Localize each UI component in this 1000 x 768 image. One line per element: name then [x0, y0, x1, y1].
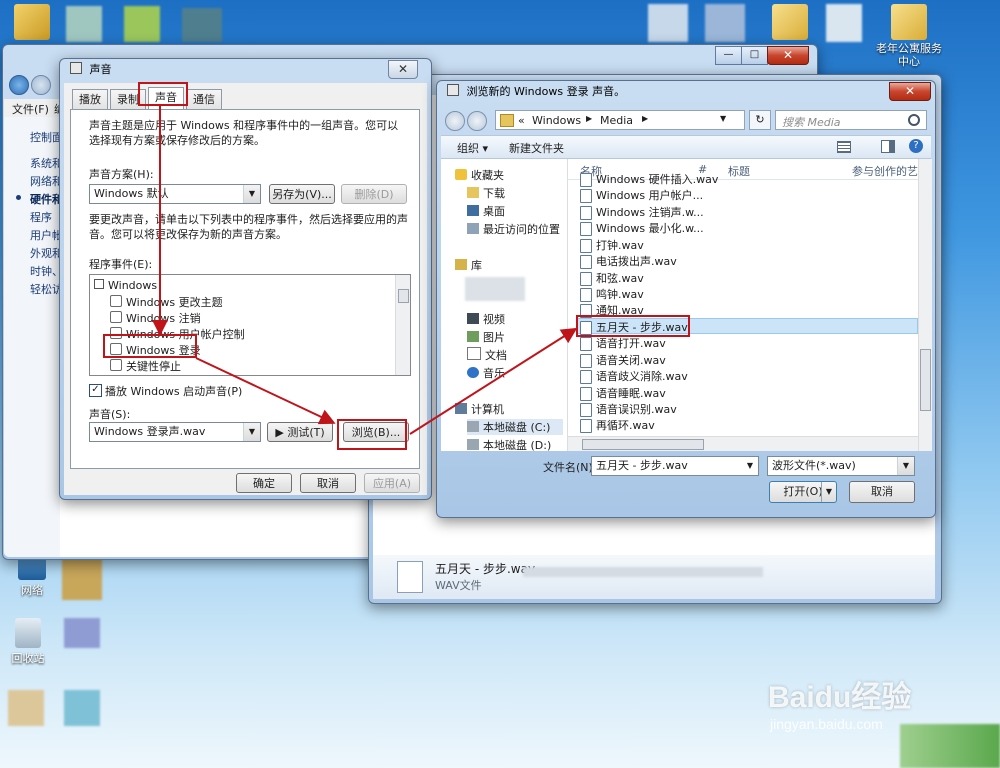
- watermark-brand: Baidu经验: [768, 681, 912, 714]
- annotation-arrows: [152, 106, 578, 435]
- arrow-event-to-browse: [195, 357, 336, 425]
- arrow-browse-to-file: [409, 327, 578, 435]
- pixelated-corner: [900, 724, 1000, 768]
- baidu-watermark: Baidu经验 jingyan.baidu.com: [768, 672, 968, 732]
